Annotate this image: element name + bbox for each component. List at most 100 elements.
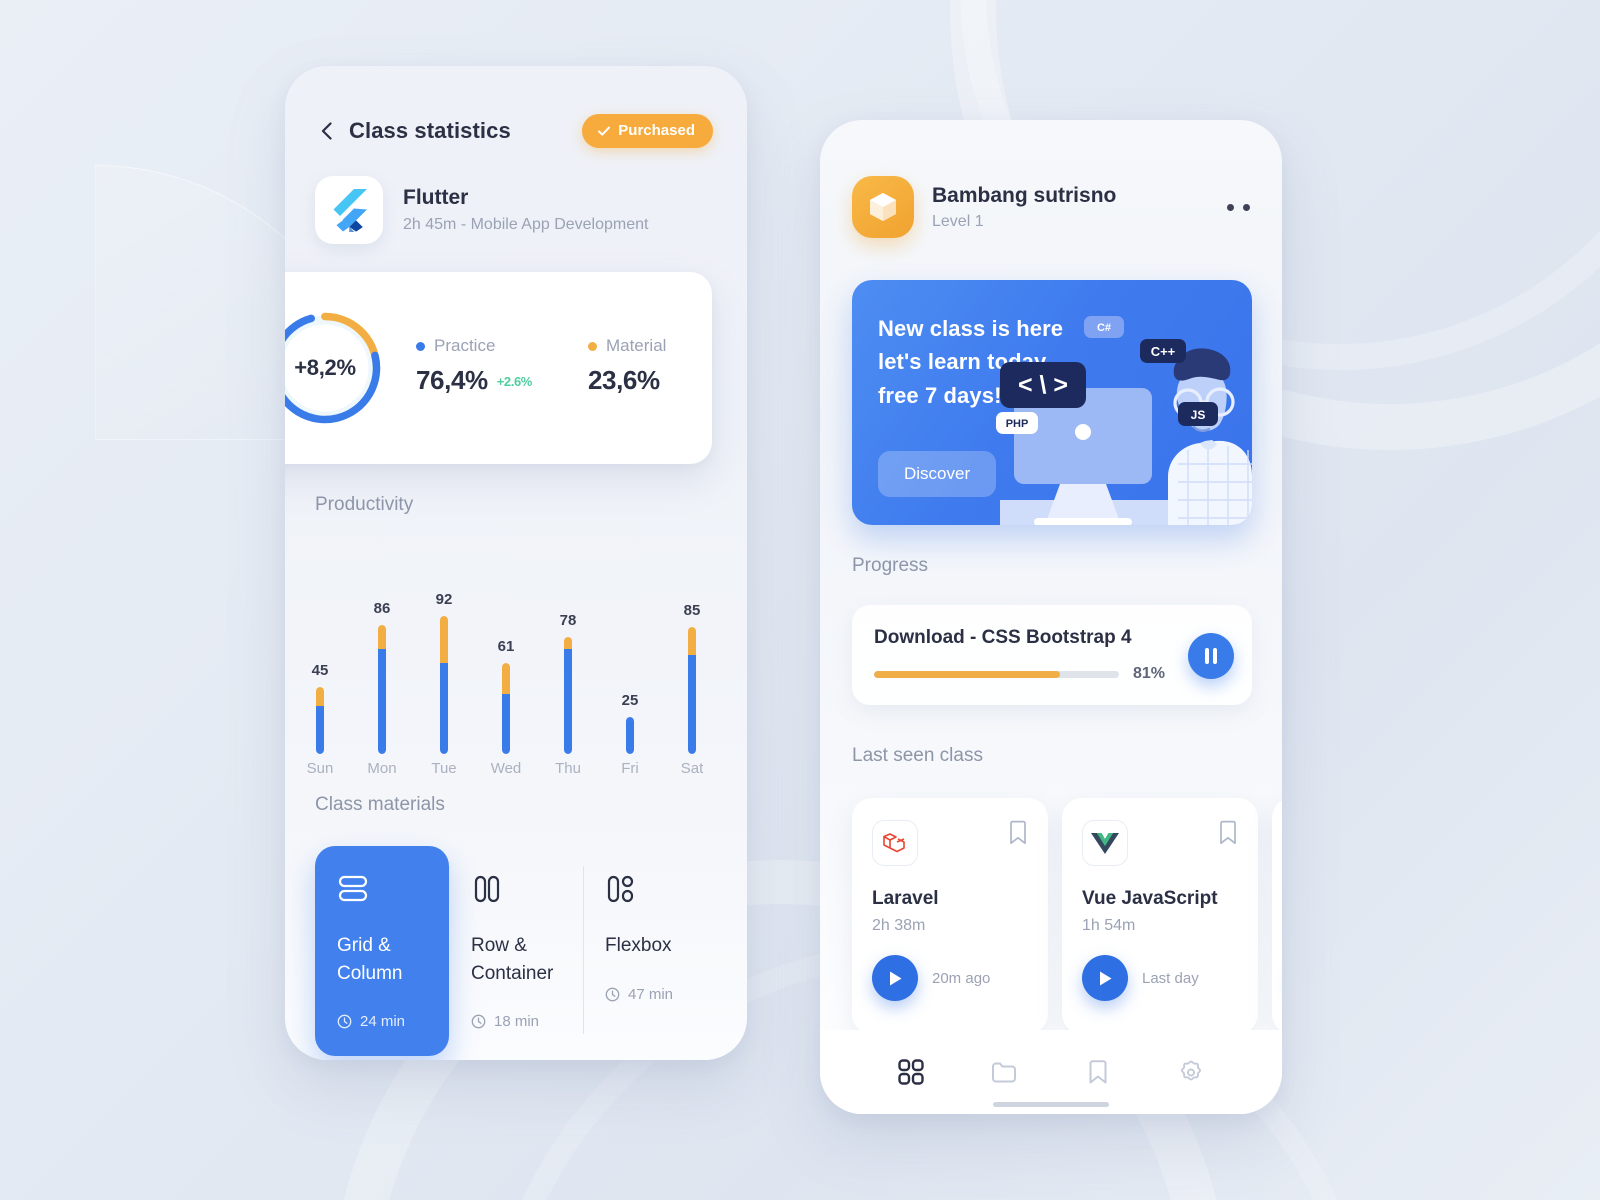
course-row[interactable]: Flutter 2h 45m - Mobile App Development [285,148,747,244]
class-last-seen: 20m ago [932,969,991,987]
bar-column: 78 [549,544,587,754]
discover-button[interactable]: Discover [878,451,997,497]
legend-practice: Practice 76,4% +2.6% [416,336,532,396]
nav-item-bookmark[interactable] [1081,1055,1115,1089]
bookmark-icon [1089,1060,1107,1084]
x-axis-label: Sun [306,760,334,777]
check-icon [598,126,611,136]
class-materials-title: Class materials [315,794,445,815]
nav-item-settings[interactable] [1174,1055,1208,1089]
class-name: Laravel [872,888,939,909]
class-card-top [872,820,1028,866]
material-name: Grid & Column [337,935,403,984]
material-name: Row & Container [471,935,554,984]
bar-segment-material [316,686,324,706]
legend-material-label-row: Material [587,336,667,356]
pause-icon-bar-2 [1213,648,1217,664]
bookmark-icon[interactable] [1218,820,1238,846]
material-dot-icon [587,341,597,351]
nav-item-apps[interactable] [894,1055,928,1089]
svg-text:C++: C++ [1151,344,1176,359]
bar-value-label: 78 [559,612,577,629]
user-level: Level 1 [932,212,984,230]
svg-text:JS: JS [1191,408,1206,422]
bar-stack [378,625,386,754]
bar-value-label: 61 [497,637,515,655]
class-duration: 1h 54m [1082,917,1136,934]
class-card-vue[interactable]: Vue JavaScript 1h 54m Last day [1062,798,1258,1034]
nav-item-folder[interactable] [987,1055,1021,1089]
x-axis-label: Fri [621,760,639,777]
class-card-top [1082,820,1238,866]
flexbox-icon [605,874,695,908]
clock-icon [471,1014,486,1029]
bar-stack [626,716,634,754]
legend-practice-value: 76,4% [416,365,488,395]
progress-fill [874,670,1061,678]
material-time: 24 min [360,1013,406,1031]
bar-segment-practice [316,706,324,754]
productivity-title: Productivity [315,494,414,515]
bar-segment-material [440,616,448,663]
class-card-laravel[interactable]: Laravel 2h 38m 20m ago [852,798,1048,1034]
bar-value-label: 92 [435,591,453,608]
cube-icon [870,193,896,221]
donut-chart: +8,2% [285,307,386,429]
left-header: Class statistics Purchased [285,66,747,148]
material-card-row-container[interactable]: Row & Container 18 min [449,846,583,1056]
bar-segment-practice [378,649,386,754]
grid-apps-icon [898,1059,924,1085]
laravel-logo [872,820,918,866]
vue-logo-glyph [1091,833,1119,854]
legend-material-value: 23,6% [587,365,660,395]
banner-illustration: < \ > C# C++ PHP JS [996,316,1252,525]
promo-banner[interactable]: New class is here let's learn today free… [852,280,1252,525]
class-name: Vue JavaScript [1082,888,1218,909]
progress-track[interactable] [874,670,1119,678]
x-axis-label: Tue [431,760,457,777]
bar-stack [564,637,572,754]
status-badge-purchased[interactable]: Purchased [582,114,713,148]
material-card-flexbox[interactable]: Flexbox 47 min [583,846,717,1056]
pause-button[interactable] [1188,633,1234,679]
class-card-html5[interactable]: HTML 5 2h 45m Last day [1272,798,1282,1034]
progress-bar-row: 81% [874,665,1232,683]
grid-rows-icon [337,874,427,908]
bar-stack [688,626,696,754]
course-meta: 2h 45m - Mobile App Development [403,216,649,233]
legend-material-label: Material [605,336,667,355]
vue-logo [1082,820,1128,866]
bar-column: 45 [301,544,339,754]
bar-segment-material [502,662,510,694]
bar-value-label: 86 [373,600,391,617]
more-dots-icon[interactable] [1227,203,1250,211]
legend-practice-label-row: Practice [416,336,532,356]
chart-x-axis: Sun Mon Tue Wed Thu Fri Sat [285,760,747,788]
avatar[interactable] [852,176,914,238]
class-duration: 2h 38m [872,917,926,934]
bookmark-icon[interactable] [1008,820,1028,846]
class-last-seen: Last day [1142,969,1199,987]
bar-column: 92 [425,544,463,754]
bar-stack [502,662,510,754]
material-time-row: 47 min [605,986,695,1003]
bar-segment-practice [502,694,510,754]
bar-segment-material [564,637,572,649]
svg-text:PHP: PHP [1006,418,1029,430]
x-axis-label: Sat [680,760,704,777]
play-button[interactable] [872,955,918,1001]
folder-icon [992,1062,1017,1083]
x-axis-label: Thu [555,760,581,777]
stats-card: +8,2% Practice 76,4% +2.6% Material 23,6% [285,272,712,464]
material-card-grid-column[interactable]: Grid & Column 24 min [315,846,449,1057]
svg-text:C#: C# [1097,322,1111,334]
course-name: Flutter [403,186,469,209]
flutter-logo-glyph [333,189,367,232]
practice-dot-icon [416,341,425,351]
last-seen-class-list: Laravel 2h 38m 20m ago Vue JavaScript 1h… [852,798,1282,1034]
play-button[interactable] [1082,955,1128,1001]
bar-segment-material [378,625,386,649]
bar-value-label: 45 [311,661,329,679]
class-card-bottom: 20m ago [872,955,1028,1001]
chevron-left-icon[interactable] [315,119,339,143]
